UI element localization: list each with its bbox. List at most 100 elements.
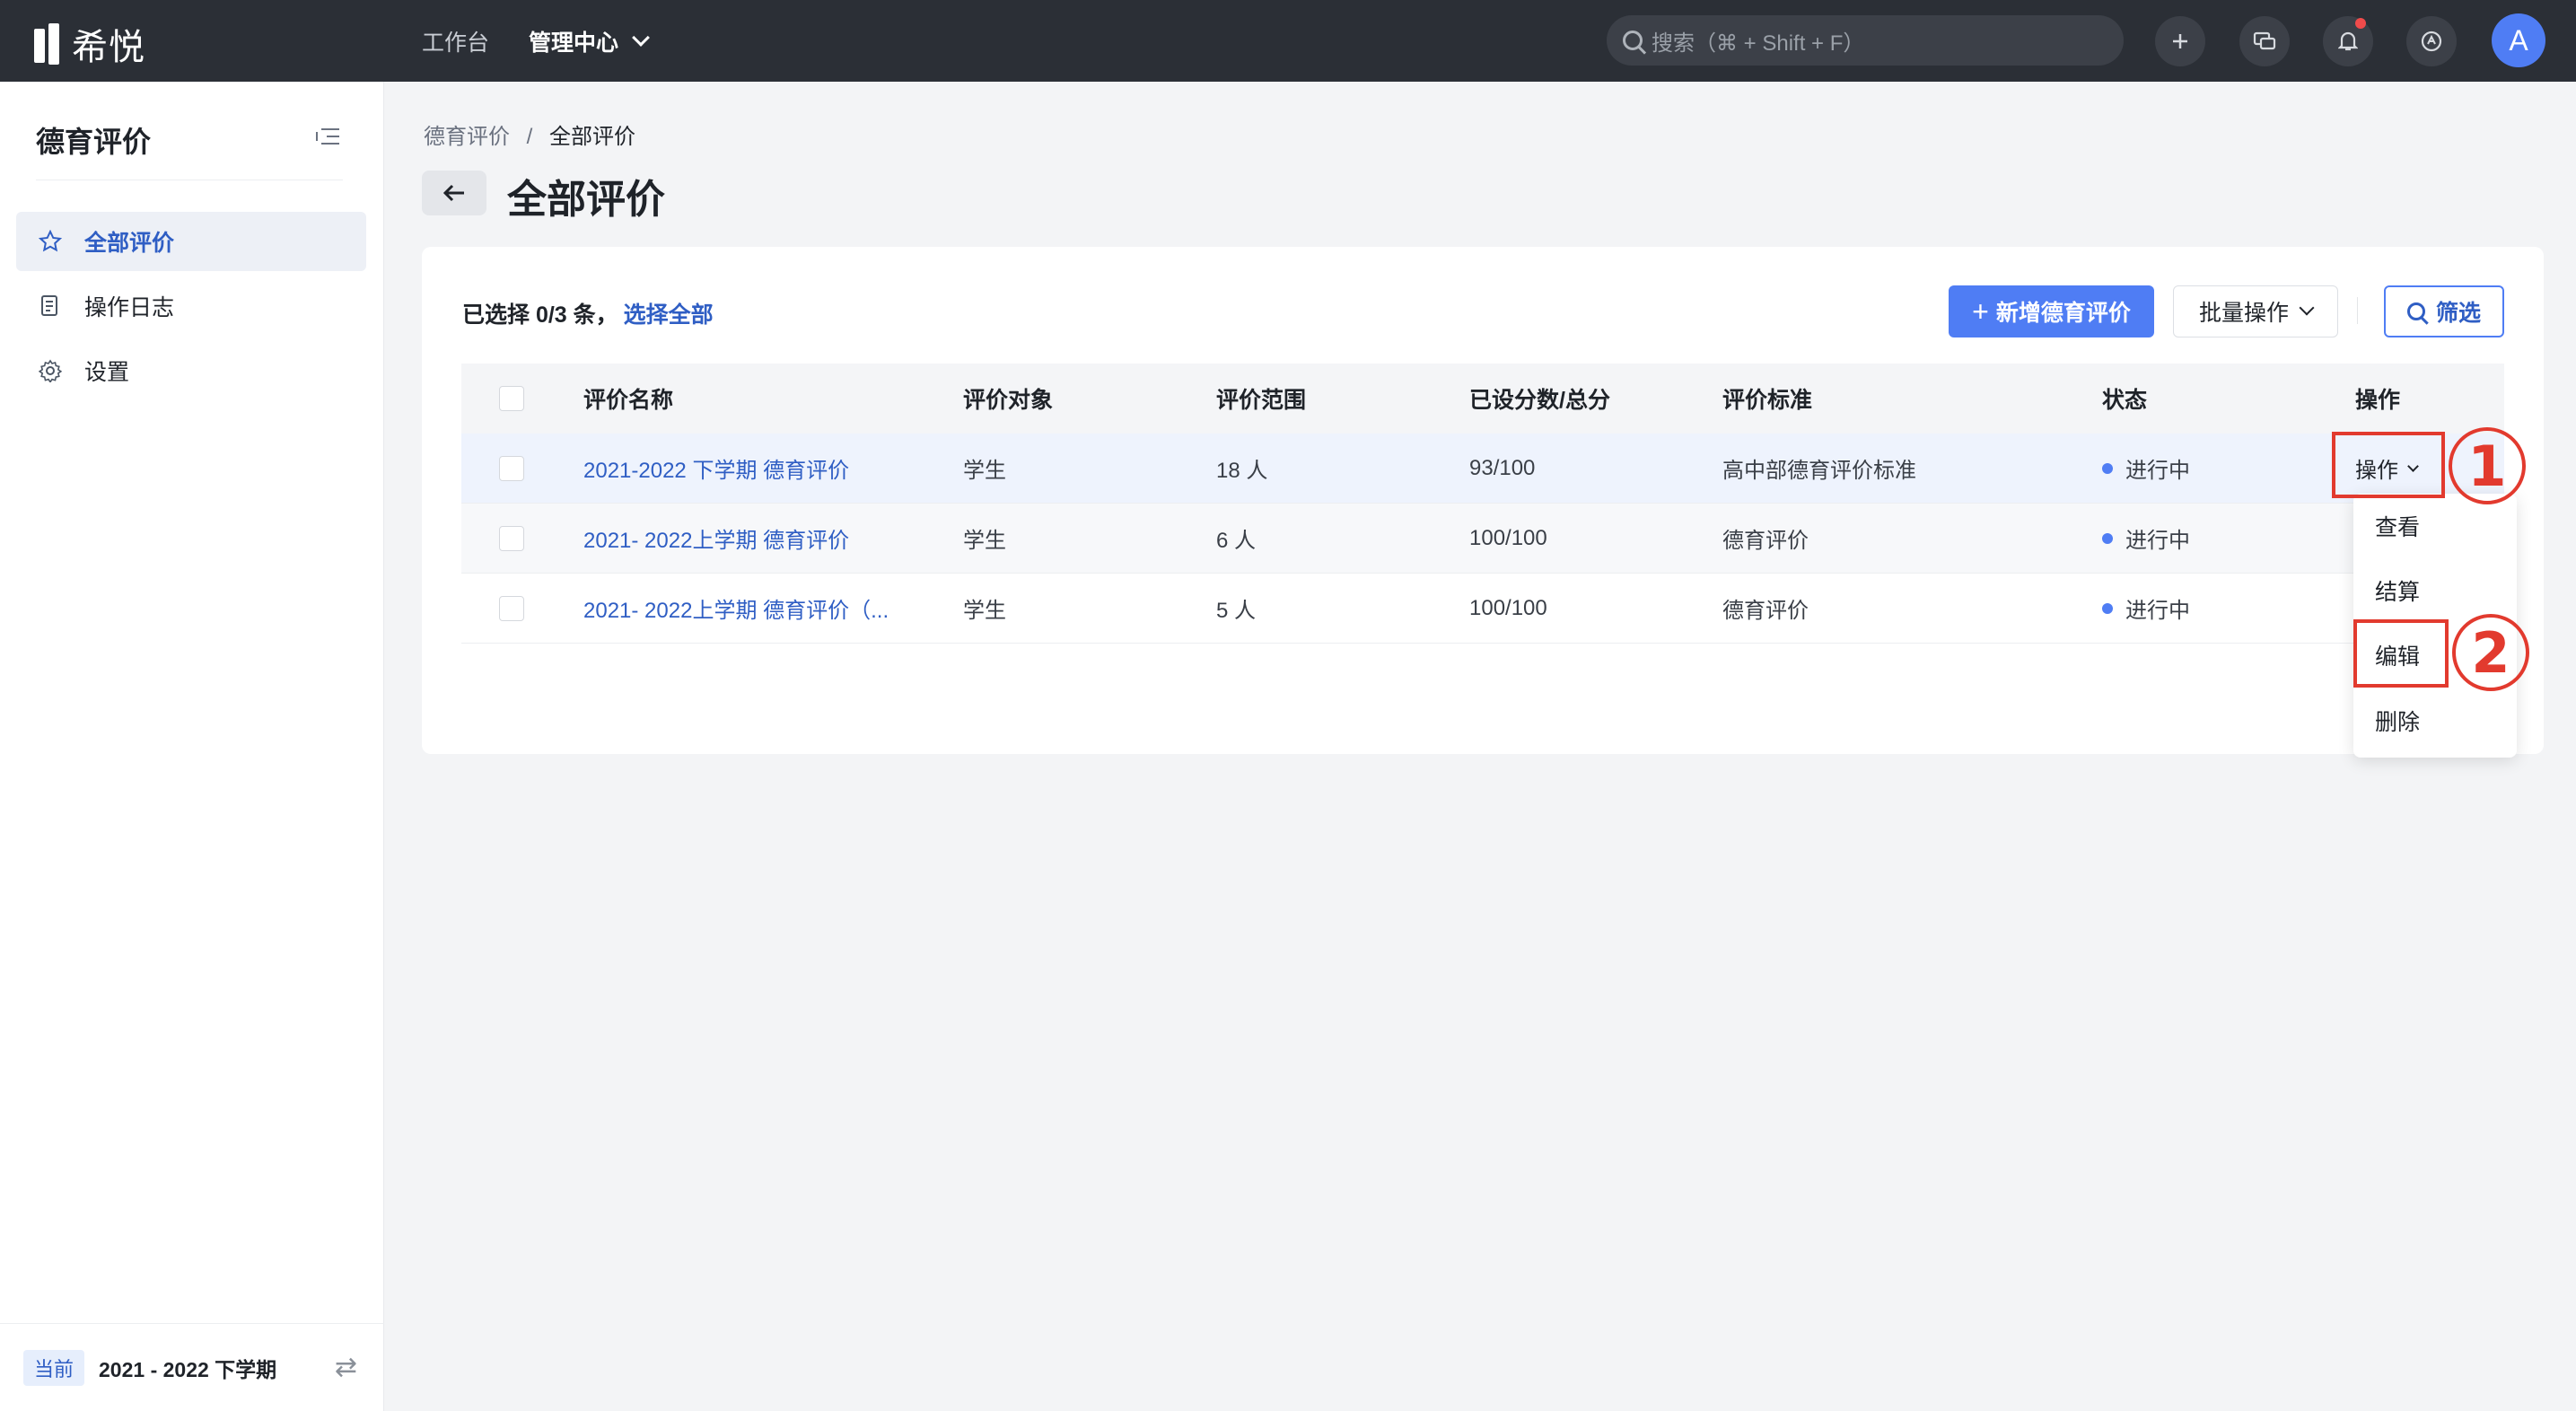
nav-label: 管理中心 [529, 30, 619, 56]
search-placeholder: 搜索（⌘ + Shift + F） [1652, 31, 1865, 56]
menu-item-delete[interactable]: 删除 [2375, 705, 2420, 737]
select-all-link[interactable]: 选择全部 [624, 302, 714, 328]
evaluation-range: 6 人 [1216, 529, 1257, 553]
annotation-step-2: 2 [2452, 614, 2529, 691]
sidebar-item-settings[interactable]: 设置 [16, 341, 366, 400]
evaluation-range: 5 人 [1216, 599, 1257, 623]
help-icon[interactable] [2406, 16, 2457, 66]
current-term-label: 2021 - 2022 下学期 [99, 1357, 277, 1381]
breadcrumb-parent[interactable]: 德育评价 [424, 125, 510, 149]
search-icon [2406, 302, 2425, 320]
search-icon [1623, 31, 1643, 50]
evaluation-name-link[interactable]: 2021- 2022上学期 德育评价（... [583, 599, 889, 623]
status-dot [2102, 602, 2113, 614]
status-badge: 进行中 [2102, 522, 2355, 554]
column-header-standard: 评价标准 [1722, 388, 1813, 413]
evaluation-name-link[interactable]: 2021-2022 下学期 德育评价 [583, 459, 849, 483]
evaluation-target: 学生 [963, 459, 1006, 483]
row-checkbox[interactable] [499, 595, 524, 621]
star-icon [38, 229, 63, 254]
toolbar-divider [2357, 297, 2358, 324]
evaluation-target: 学生 [963, 529, 1006, 553]
bell-icon[interactable] [2323, 16, 2373, 66]
sidebar-title: 德育评价 [36, 126, 152, 158]
evaluation-standard: 德育评价 [1722, 599, 1809, 623]
swap-icon[interactable]: ⇄ [335, 1352, 357, 1383]
evaluation-score: 100/100 [1469, 525, 1547, 550]
document-icon [38, 294, 63, 319]
select-all-checkbox[interactable] [499, 386, 524, 411]
add-evaluation-label: 新增德育评价 [1995, 301, 2131, 326]
column-header-operation: 操作 [2355, 388, 2401, 413]
nav-label: 工作台 [422, 30, 490, 56]
breadcrumb-current: 全部评价 [549, 125, 636, 149]
nav-item-workbench[interactable]: 工作台 [422, 25, 489, 57]
status-dot [2102, 462, 2113, 474]
evaluation-standard: 德育评价 [1722, 529, 1809, 553]
notification-dot [2355, 18, 2366, 29]
nav-item-management-center[interactable]: 管理中心 [529, 25, 650, 57]
arrow-left-icon [442, 184, 464, 202]
column-header-range: 评价范围 [1216, 388, 1307, 413]
app-logo[interactable]: 希悦 [34, 18, 145, 70]
term-switcher[interactable]: 当前 2021 - 2022 下学期 ⇄ [0, 1323, 384, 1411]
chevron-down-icon [632, 28, 650, 47]
back-button[interactable] [422, 171, 486, 215]
gear-icon [38, 358, 63, 383]
column-header-status: 状态 [2102, 388, 2148, 413]
global-search-input[interactable]: 搜索（⌘ + Shift + F） [1607, 15, 2124, 66]
column-header-target: 评价对象 [963, 388, 1054, 413]
sidebar-item-label: 操作日志 [84, 295, 175, 320]
column-header-score: 已设分数/总分 [1469, 388, 1610, 413]
filter-label: 筛选 [2435, 301, 2481, 326]
status-text: 进行中 [2125, 529, 2190, 553]
status-text: 进行中 [2125, 459, 2190, 483]
menu-item-settle[interactable]: 结算 [2375, 574, 2420, 607]
selection-info: 已选择 0/3 条， 选择全部 [462, 297, 714, 329]
sidebar-item-all-evaluations[interactable]: 全部评价 [16, 212, 366, 271]
batch-operation-button[interactable]: 批量操作 [2173, 285, 2338, 337]
sidebar-item-label: 全部评价 [84, 231, 175, 256]
selection-count-text: 已选择 0/3 条， [462, 302, 618, 328]
evaluation-target: 学生 [963, 599, 1006, 623]
sidebar-item-operation-log[interactable]: 操作日志 [16, 276, 366, 336]
logo-mark-icon [34, 23, 65, 65]
evaluation-table: 评价名称 评价对象 评价范围 已设分数/总分 评价标准 状态 操作 2021-2… [461, 364, 2504, 644]
evaluation-score: 93/100 [1469, 455, 1536, 480]
chat-icon[interactable] [2239, 16, 2290, 66]
logo-text: 希悦 [72, 28, 145, 67]
main-nav: 工作台 管理中心 [422, 0, 687, 82]
sidebar-item-label: 设置 [84, 360, 130, 385]
add-evaluation-button[interactable]: + 新增德育评价 [1949, 285, 2154, 337]
breadcrumb-separator: / [526, 125, 533, 149]
evaluation-name-link[interactable]: 2021- 2022上学期 德育评价 [583, 529, 849, 553]
plus-icon: + [1972, 294, 1989, 328]
current-term-tag: 当前 [23, 1349, 85, 1386]
table-row[interactable]: 2021- 2022上学期 德育评价 学生 6 人 100/100 德育评价 进… [461, 504, 2504, 574]
table-row[interactable]: 2021-2022 下学期 德育评价 学生 18 人 93/100 高中部德育评… [461, 434, 2504, 504]
plus-icon[interactable] [2155, 16, 2205, 66]
evaluation-standard: 高中部德育评价标准 [1722, 459, 1916, 483]
status-text: 进行中 [2125, 599, 2190, 623]
top-navigation-bar: 希悦 工作台 管理中心 搜索（⌘ + Shift + F） A [0, 0, 2576, 82]
annotation-highlight-edit [2353, 619, 2449, 688]
evaluation-list-card: 已选择 0/3 条， 选择全部 + 新增德育评价 批量操作 筛选 评价名称 评价对… [422, 247, 2544, 754]
avatar[interactable]: A [2492, 13, 2545, 67]
status-badge: 进行中 [2102, 592, 2355, 624]
table-header: 评价名称 评价对象 评价范围 已设分数/总分 评价标准 状态 操作 [461, 364, 2504, 434]
row-checkbox[interactable] [499, 455, 524, 481]
collapse-menu-icon[interactable] [316, 127, 339, 146]
filter-button[interactable]: 筛选 [2384, 285, 2504, 337]
evaluation-range: 18 人 [1216, 459, 1268, 483]
annotation-highlight-operation [2332, 432, 2445, 498]
evaluation-score: 100/100 [1469, 595, 1547, 620]
status-badge: 进行中 [2102, 452, 2355, 484]
batch-operation-label: 批量操作 [2198, 301, 2289, 326]
breadcrumb: 德育评价 / 全部评价 [424, 118, 635, 150]
table-row[interactable]: 2021- 2022上学期 德育评价（... 学生 5 人 100/100 德育… [461, 574, 2504, 644]
sidebar: 德育评价 全部评价 操作日志 设置 当前 2021 - 2022 下学期 ⇄ [0, 82, 384, 1411]
chevron-down-icon [2299, 300, 2315, 316]
menu-item-view[interactable]: 查看 [2375, 510, 2420, 542]
row-checkbox[interactable] [499, 525, 524, 551]
column-header-name: 评价名称 [583, 388, 674, 413]
